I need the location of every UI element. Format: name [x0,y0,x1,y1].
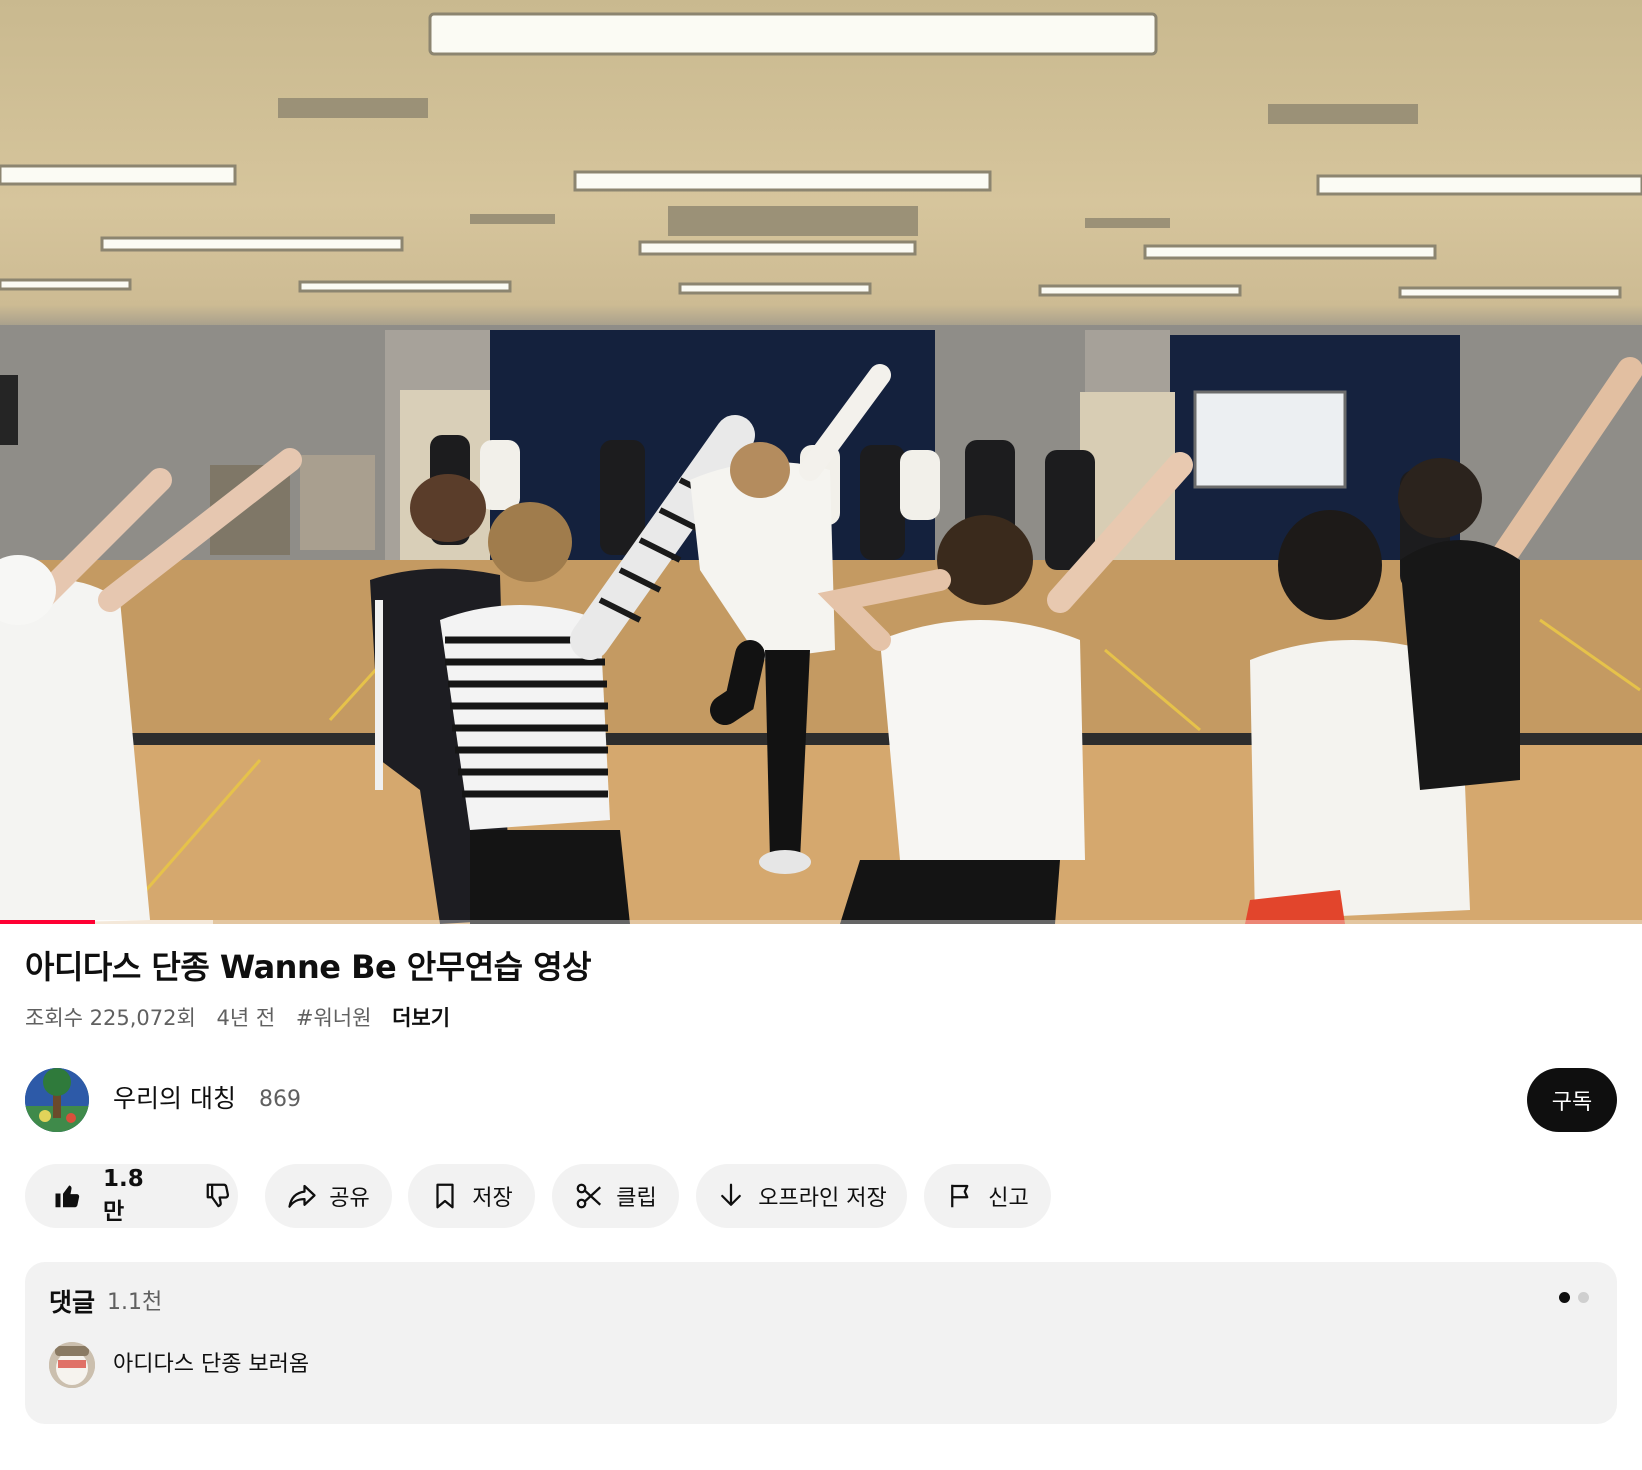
thumbs-up-icon [55,1185,80,1208]
commenter-avatar-icon [49,1342,95,1388]
download-label: 오프라인 저장 [758,1186,887,1211]
channel-avatar[interactable] [25,1068,89,1132]
comments-pager [1559,1292,1589,1303]
share-icon [288,1184,316,1208]
video-frame [0,12,1642,924]
flag-icon [951,1184,969,1208]
more-button[interactable]: 더보기 [392,1006,450,1030]
dislike-button[interactable] [204,1164,254,1228]
like-count: 1.8만 [103,1166,144,1225]
clip-label: 클립 [616,1186,657,1211]
comments-panel[interactable]: 댓글 1.1천 아디다스 단종 보러옴 [25,1262,1617,1424]
save-label: 저장 [472,1186,513,1211]
channel-name[interactable]: 우리의 대칭 [113,1082,236,1116]
clip-button[interactable]: 클립 [552,1164,679,1228]
top-comment-text: 아디다스 단종 보러옴 [113,1352,310,1377]
pager-dot [1559,1292,1570,1303]
bookmark-icon [436,1183,454,1209]
subscriber-count: 869 [259,1087,301,1112]
report-label: 신고 [988,1186,1029,1211]
like-button[interactable]: 1.8만 [25,1164,144,1228]
video-meta[interactable]: 조회수 225,072회 4년 전 #워너원 더보기 [25,1003,464,1033]
comments-title: 댓글 [49,1288,96,1317]
scissors-icon [576,1183,602,1209]
upload-age: 4년 전 [216,1006,276,1030]
like-dislike-chip: 1.8만 [25,1164,238,1228]
comment-avatar[interactable] [49,1342,95,1388]
share-button[interactable]: 공유 [265,1164,392,1228]
share-label: 공유 [329,1186,370,1211]
channel-row: 우리의 대칭 869 구독 [25,1068,1617,1132]
report-button[interactable]: 신고 [924,1164,1051,1228]
video-player[interactable] [0,0,1642,924]
progress-bar[interactable] [0,920,1642,924]
hashtag-link[interactable]: #워너원 [296,1006,372,1030]
download-icon [721,1183,742,1206]
download-button[interactable]: 오프라인 저장 [696,1164,907,1228]
progress-played [0,920,96,924]
pager-dot [1578,1292,1589,1303]
view-count: 조회수 225,072회 [25,1006,196,1030]
video-title: 아디다스 단종 Wanne Be 안무연습 영상 [25,948,592,986]
subscribe-button[interactable]: 구독 [1527,1068,1617,1132]
avatar-image-icon [25,1068,89,1132]
comments-count: 1.1천 [107,1290,163,1315]
save-button[interactable]: 저장 [408,1164,535,1228]
thumbs-down-icon [206,1183,229,1208]
